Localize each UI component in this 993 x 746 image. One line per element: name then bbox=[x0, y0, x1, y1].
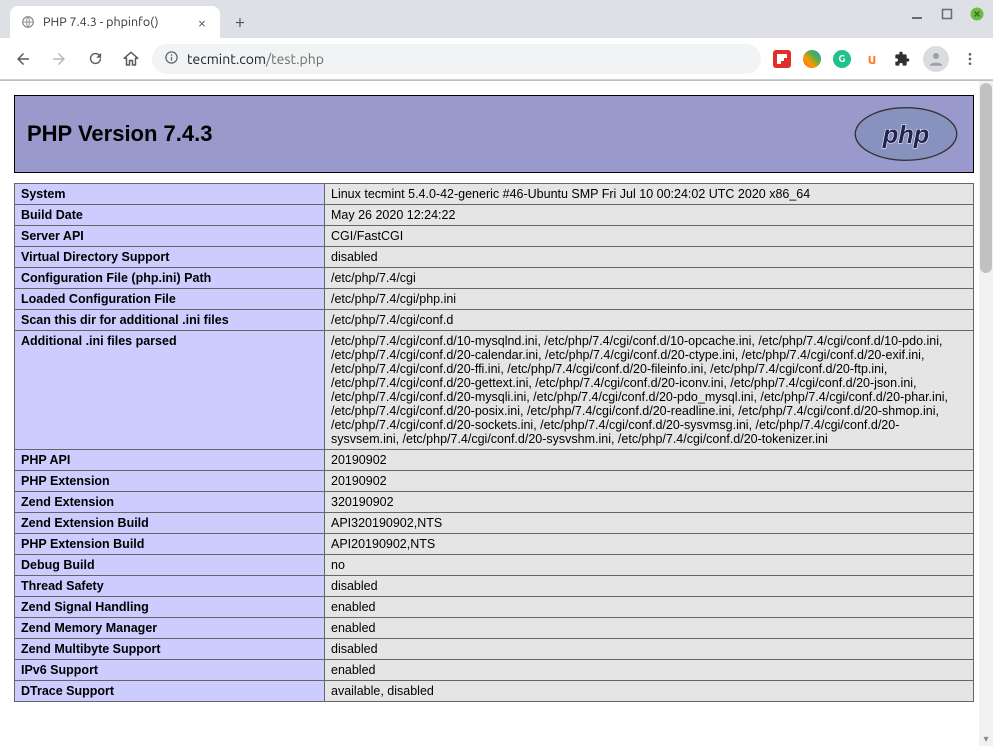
table-row: DTrace Supportavailable, disabled bbox=[15, 681, 974, 702]
site-info-icon[interactable] bbox=[164, 50, 179, 68]
info-label: IPv6 Support bbox=[15, 660, 325, 681]
info-label: Thread Safety bbox=[15, 576, 325, 597]
info-label: Zend Extension bbox=[15, 492, 325, 513]
home-button[interactable] bbox=[116, 44, 146, 74]
window-minimize-icon[interactable] bbox=[909, 6, 925, 22]
info-label: Zend Extension Build bbox=[15, 513, 325, 534]
browser-menu-button[interactable] bbox=[955, 44, 985, 74]
new-tab-button[interactable]: + bbox=[226, 8, 254, 36]
extension-grammarly-icon[interactable]: G bbox=[833, 50, 851, 68]
info-value: enabled bbox=[325, 597, 974, 618]
info-value: /etc/php/7.4/cgi/php.ini bbox=[325, 289, 974, 310]
extension-flipboard-icon[interactable] bbox=[773, 50, 791, 68]
url-path: /test.php bbox=[266, 51, 324, 67]
scrollbar-track[interactable]: ▾ bbox=[979, 81, 993, 746]
info-value: API320190902,NTS bbox=[325, 513, 974, 534]
svg-text:php: php bbox=[882, 121, 929, 149]
info-label: PHP API bbox=[15, 450, 325, 471]
info-value: disabled bbox=[325, 576, 974, 597]
info-value: 20190902 bbox=[325, 450, 974, 471]
php-logo-icon: php bbox=[851, 105, 961, 163]
plus-icon: + bbox=[235, 12, 245, 32]
url-text: tecmint.com/test.php bbox=[187, 51, 749, 67]
info-label: System bbox=[15, 184, 325, 205]
table-row: Zend Multibyte Supportdisabled bbox=[15, 639, 974, 660]
phpinfo-table: SystemLinux tecmint 5.4.0-42-generic #46… bbox=[14, 183, 974, 702]
table-row: Zend Extension BuildAPI320190902,NTS bbox=[15, 513, 974, 534]
extension-ublock-icon[interactable]: u bbox=[863, 50, 881, 68]
profile-avatar-icon[interactable] bbox=[923, 46, 949, 72]
table-row: Configuration File (php.ini) Path/etc/ph… bbox=[15, 268, 974, 289]
info-value: 320190902 bbox=[325, 492, 974, 513]
info-label: Debug Build bbox=[15, 555, 325, 576]
info-label: Configuration File (php.ini) Path bbox=[15, 268, 325, 289]
info-value: enabled bbox=[325, 618, 974, 639]
table-row: Zend Signal Handlingenabled bbox=[15, 597, 974, 618]
info-value: no bbox=[325, 555, 974, 576]
info-value: /etc/php/7.4/cgi/conf.d/10-mysqlnd.ini, … bbox=[325, 331, 974, 450]
toolbar: tecmint.com/test.php G u bbox=[0, 38, 993, 80]
table-row: Zend Extension320190902 bbox=[15, 492, 974, 513]
info-label: Additional .ini files parsed bbox=[15, 331, 325, 450]
info-label: PHP Extension Build bbox=[15, 534, 325, 555]
info-value: Linux tecmint 5.4.0-42-generic #46-Ubunt… bbox=[325, 184, 974, 205]
phpinfo-header: PHP Version 7.4.3 php bbox=[14, 95, 974, 173]
tab-title: PHP 7.4.3 - phpinfo() bbox=[43, 15, 187, 29]
table-row: Additional .ini files parsed/etc/php/7.4… bbox=[15, 331, 974, 450]
info-label: Loaded Configuration File bbox=[15, 289, 325, 310]
table-row: Zend Memory Managerenabled bbox=[15, 618, 974, 639]
tab-bar: PHP 7.4.3 - phpinfo() × + bbox=[0, 0, 993, 38]
info-label: Zend Memory Manager bbox=[15, 618, 325, 639]
info-value: 20190902 bbox=[325, 471, 974, 492]
table-row: Virtual Directory Supportdisabled bbox=[15, 247, 974, 268]
scrollbar-down-icon[interactable]: ▾ bbox=[979, 732, 993, 746]
window-close-icon[interactable] bbox=[969, 6, 985, 22]
table-row: PHP API20190902 bbox=[15, 450, 974, 471]
info-value: available, disabled bbox=[325, 681, 974, 702]
table-row: Loaded Configuration File/etc/php/7.4/cg… bbox=[15, 289, 974, 310]
tab-close-button[interactable]: × bbox=[194, 14, 210, 30]
page-title: PHP Version 7.4.3 bbox=[27, 121, 212, 147]
info-value: enabled bbox=[325, 660, 974, 681]
back-button[interactable] bbox=[8, 44, 38, 74]
table-row: PHP Extension BuildAPI20190902,NTS bbox=[15, 534, 974, 555]
url-host: tecmint.com bbox=[187, 51, 266, 67]
table-row: SystemLinux tecmint 5.4.0-42-generic #46… bbox=[15, 184, 974, 205]
info-label: Build Date bbox=[15, 205, 325, 226]
table-row: IPv6 Supportenabled bbox=[15, 660, 974, 681]
window-maximize-icon[interactable] bbox=[939, 6, 955, 22]
info-label: Zend Signal Handling bbox=[15, 597, 325, 618]
info-value: API20190902,NTS bbox=[325, 534, 974, 555]
table-row: Scan this dir for additional .ini files/… bbox=[15, 310, 974, 331]
info-value: disabled bbox=[325, 639, 974, 660]
browser-tab[interactable]: PHP 7.4.3 - phpinfo() × bbox=[10, 6, 220, 38]
info-label: Zend Multibyte Support bbox=[15, 639, 325, 660]
scrollbar-thumb[interactable] bbox=[980, 83, 992, 273]
table-row: Build DateMay 26 2020 12:24:22 bbox=[15, 205, 974, 226]
info-value: disabled bbox=[325, 247, 974, 268]
forward-button[interactable] bbox=[44, 44, 74, 74]
table-row: Debug Buildno bbox=[15, 555, 974, 576]
address-bar[interactable]: tecmint.com/test.php bbox=[152, 44, 761, 74]
extensions-menu-icon[interactable] bbox=[893, 50, 911, 68]
extension-colorful-icon[interactable] bbox=[803, 50, 821, 68]
page-content: PHP Version 7.4.3 php SystemLinux tecmin… bbox=[0, 81, 979, 746]
info-label: Virtual Directory Support bbox=[15, 247, 325, 268]
info-label: Server API bbox=[15, 226, 325, 247]
info-label: PHP Extension bbox=[15, 471, 325, 492]
info-value: CGI/FastCGI bbox=[325, 226, 974, 247]
info-label: DTrace Support bbox=[15, 681, 325, 702]
table-row: Server APICGI/FastCGI bbox=[15, 226, 974, 247]
info-value: /etc/php/7.4/cgi bbox=[325, 268, 974, 289]
table-row: Thread Safetydisabled bbox=[15, 576, 974, 597]
info-label: Scan this dir for additional .ini files bbox=[15, 310, 325, 331]
tab-favicon-icon bbox=[20, 14, 36, 30]
reload-button[interactable] bbox=[80, 44, 110, 74]
extensions-area: G u bbox=[767, 50, 917, 68]
table-row: PHP Extension20190902 bbox=[15, 471, 974, 492]
viewport: PHP Version 7.4.3 php SystemLinux tecmin… bbox=[0, 81, 993, 746]
info-value: /etc/php/7.4/cgi/conf.d bbox=[325, 310, 974, 331]
info-value: May 26 2020 12:24:22 bbox=[325, 205, 974, 226]
